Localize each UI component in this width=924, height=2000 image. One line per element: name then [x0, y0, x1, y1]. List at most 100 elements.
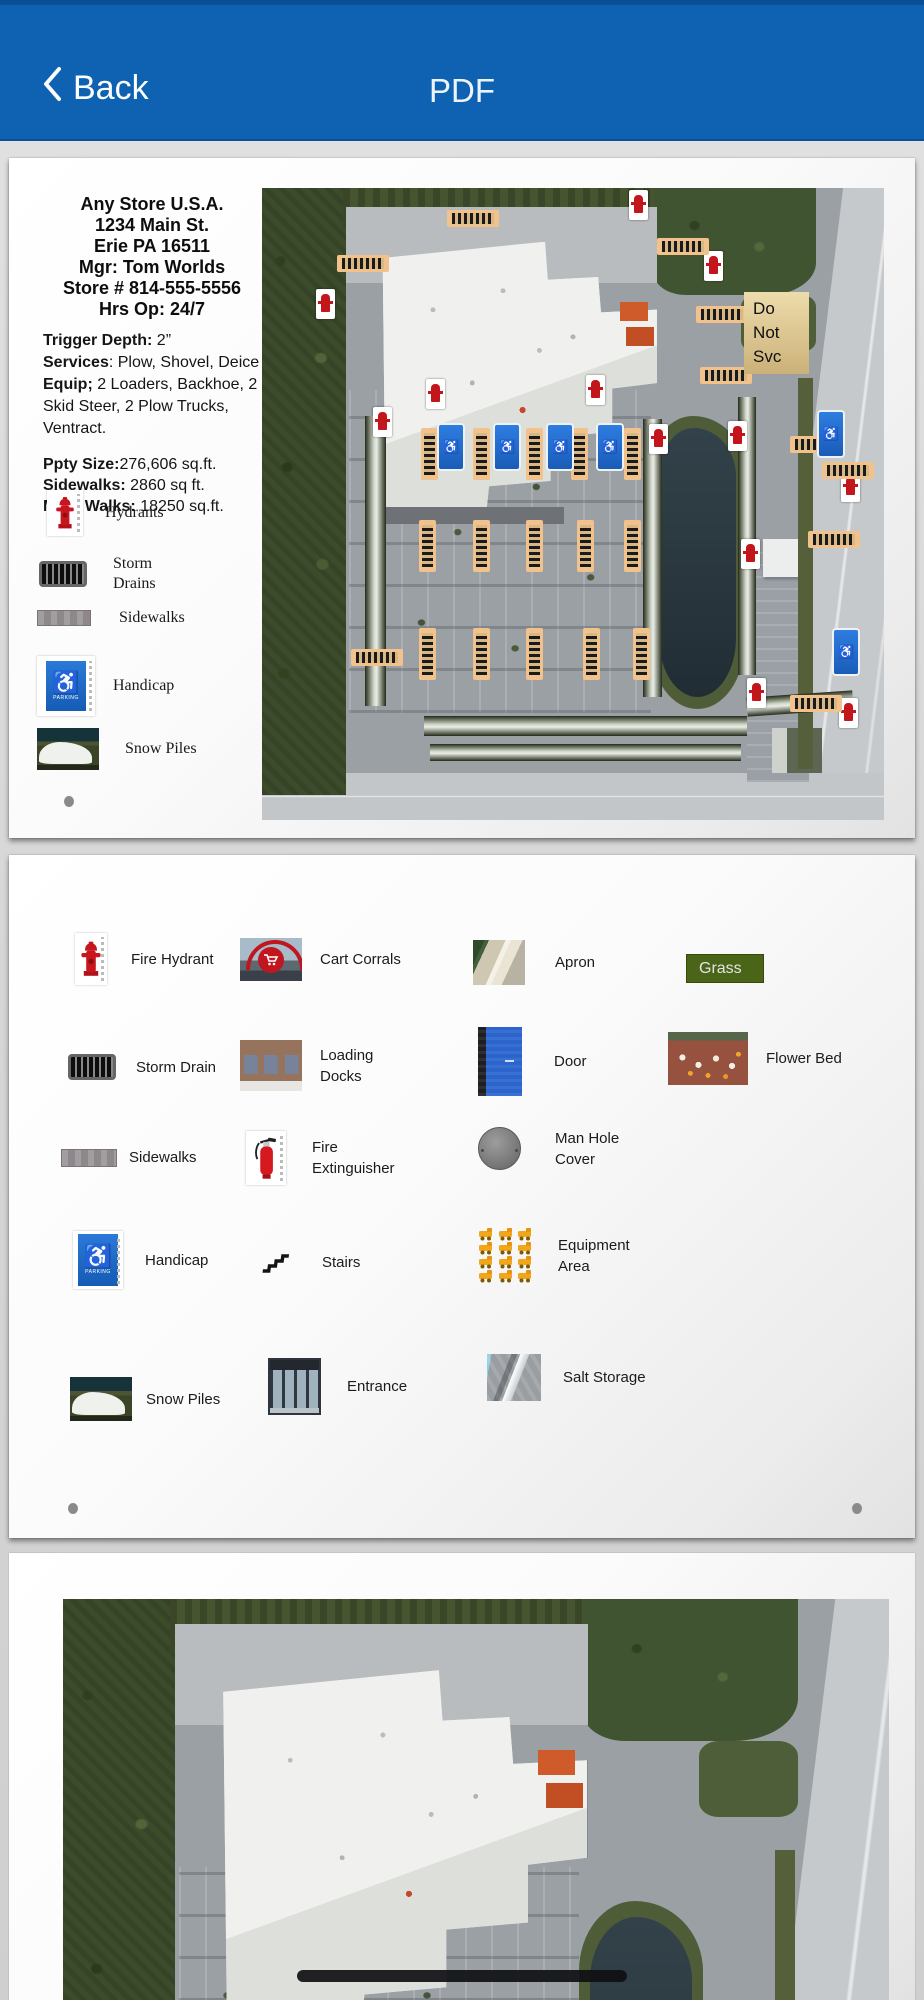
key-item-manhole: Man Hole Cover — [478, 1127, 650, 1170]
storm-drain-marker — [821, 461, 874, 479]
storm-drain-marker — [526, 627, 544, 680]
key-item-cart-corrals: Cart Corrals — [240, 938, 415, 981]
stairs-icon — [262, 1250, 290, 1274]
storm-drain-marker — [576, 520, 594, 573]
storm-drain-icon — [68, 1054, 116, 1080]
fire-hydrant-marker — [703, 251, 723, 282]
legend-item-storm-drains: Storm Drains — [39, 554, 187, 594]
home-indicator[interactable] — [297, 1970, 627, 1982]
store-street: 1234 Main St. — [94, 215, 210, 235]
apron-icon — [473, 940, 525, 985]
wheelchair-glyph: ♿ — [83, 1243, 113, 1269]
fire-hydrant-marker — [648, 424, 668, 455]
fire-hydrant-marker — [586, 375, 606, 406]
storm-drain-marker — [526, 428, 544, 481]
map-trees-right — [699, 1741, 799, 1817]
grass-swatch: Grass — [686, 954, 764, 983]
storm-drain-marker — [418, 627, 436, 680]
page-dot — [68, 1503, 78, 1514]
manhole-cover-icon — [478, 1127, 521, 1170]
label-strip — [77, 493, 80, 533]
key-item-apron: Apron — [473, 940, 650, 985]
key-item-snow-piles: Snow Piles — [70, 1377, 241, 1421]
storm-drain-marker — [656, 237, 709, 255]
snow-pile-strip — [429, 744, 741, 761]
fire-hydrant-marker — [628, 189, 648, 220]
pdf-page-2[interactable]: Fire Hydrant Cart Corrals Apron Grass St… — [9, 855, 915, 1538]
app-screen: Back PDF Any Store U.S.A. 1234 Main St. … — [0, 0, 924, 2000]
key-item-salt-storage: Salt Storage — [487, 1354, 673, 1401]
cart-corral-icon — [240, 938, 302, 981]
key-item-handicap: ♿ PARKING Handicap — [73, 1231, 240, 1289]
storm-drain-marker — [473, 520, 491, 573]
key-item-equipment-area: Equipment Area — [478, 1227, 653, 1285]
salt-storage-icon — [487, 1354, 541, 1401]
snow-pile-icon — [37, 728, 99, 770]
map-forest — [262, 188, 346, 795]
key-item-loading-docks: Loading Docks — [240, 1040, 415, 1091]
handicap-sign-marker — [439, 425, 464, 469]
key-item-fire-extinguisher: Fire Extinguisher — [246, 1131, 407, 1185]
key-item-entrance: Entrance — [268, 1358, 442, 1415]
legend-item-hydrants: Hydrants — [47, 490, 179, 536]
fire-hydrant-marker — [839, 698, 859, 729]
store-city: Erie PA 16511 — [93, 236, 211, 256]
fire-hydrant-marker — [747, 677, 767, 708]
storm-drain-marker — [571, 428, 589, 481]
fire-hydrant-marker — [426, 379, 446, 410]
store-hours: Hrs Op: 24/7 — [98, 299, 206, 319]
map-outbuilding — [772, 728, 822, 773]
fire-extinguisher-icon — [246, 1131, 286, 1185]
handicap-sign-marker — [834, 630, 859, 675]
storm-drain-marker — [526, 520, 544, 573]
storm-drain-marker — [421, 428, 439, 481]
wheelchair-glyph: ♿ — [52, 669, 80, 695]
sidewalk-icon — [37, 610, 91, 626]
fire-hydrant-marker — [727, 420, 747, 451]
map-containers — [537, 1749, 576, 1775]
key-item-sidewalks: Sidewalks — [61, 1147, 224, 1168]
storm-drain-marker — [696, 306, 749, 324]
store-manager: Mgr: Tom Worlds — [78, 257, 226, 277]
storm-drain-marker — [446, 210, 499, 228]
aerial-photo — [63, 1599, 889, 2000]
site-map[interactable]: Do Not Svc — [262, 188, 884, 820]
pdf-page-3[interactable] — [9, 1553, 915, 2000]
map-containers — [546, 1783, 584, 1809]
status-bar-strip — [0, 0, 924, 5]
storm-drain-marker — [624, 428, 641, 481]
handicap-sign-marker — [548, 425, 573, 469]
key-item-grass: Grass — [686, 954, 764, 983]
store-name: Any Store U.S.A. — [80, 194, 224, 214]
storm-drain-marker — [582, 627, 600, 680]
map-trees-topright — [583, 1599, 799, 1742]
store-phone: Store # 814-555-5556 — [62, 278, 242, 298]
fire-hydrant-marker — [740, 538, 760, 569]
handicap-icon: ♿ PARKING — [37, 656, 95, 716]
storm-drain-marker — [336, 254, 389, 272]
handicap-sign-marker — [818, 412, 843, 457]
storm-drain-marker — [418, 520, 436, 573]
door-icon — [478, 1027, 522, 1096]
sidewalk-icon — [61, 1148, 117, 1167]
key-item-storm-drain: Storm Drain — [68, 1054, 231, 1080]
storm-drain-marker — [790, 695, 843, 713]
storm-drain-marker — [624, 520, 641, 573]
storm-drain-marker — [473, 428, 491, 481]
pdf-page-1[interactable]: Any Store U.S.A. 1234 Main St. Erie PA 1… — [9, 158, 915, 838]
key-item-fire-hydrant: Fire Hydrant — [75, 933, 226, 985]
map-containers — [619, 301, 648, 321]
entrance-icon — [268, 1358, 321, 1415]
label-strip — [117, 1235, 120, 1285]
nav-title: PDF — [429, 72, 495, 109]
snow-pile-strip — [423, 715, 748, 736]
flower-bed-icon — [668, 1032, 748, 1085]
storm-drain-marker — [633, 627, 651, 680]
page-dot — [852, 1503, 862, 1514]
storm-drain-marker — [473, 627, 491, 680]
aerial-photo-scene — [63, 1599, 889, 2000]
key-item-door: Door — [478, 1027, 649, 1096]
legend-item-snow-piles: Snow Piles — [37, 728, 199, 770]
fire-hydrant-marker — [316, 289, 336, 320]
legend-item-handicap: ♿ PARKING Handicap — [37, 656, 187, 716]
